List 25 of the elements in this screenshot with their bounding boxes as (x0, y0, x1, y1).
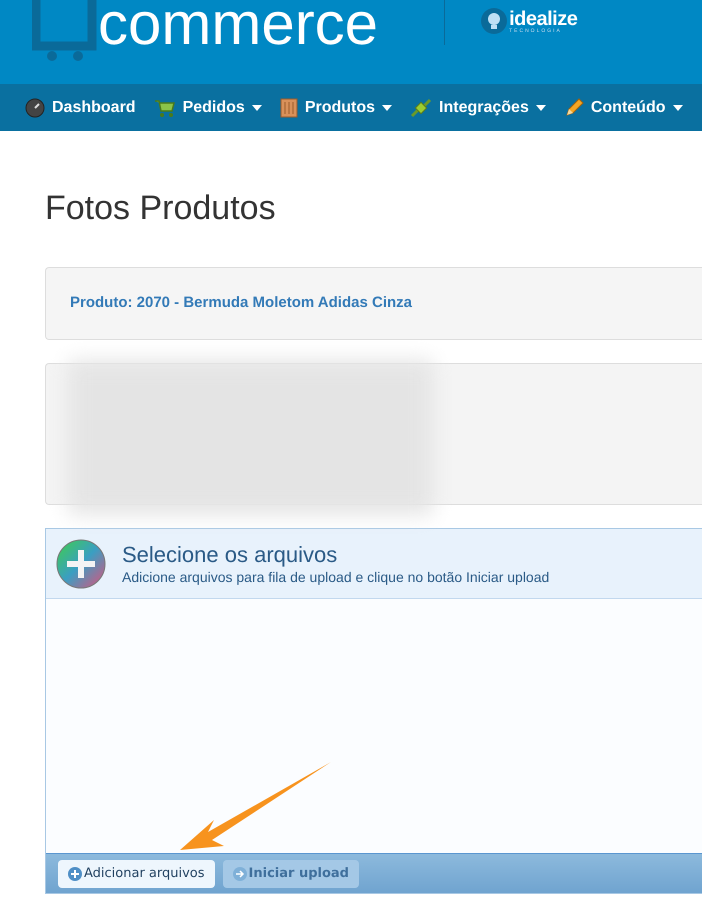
nav-item[interactable]: Dashboard (25, 96, 136, 120)
caret-icon (382, 104, 392, 110)
pencil-icon (564, 98, 584, 118)
product-link[interactable]: Produto: 2070 - Bermuda Moletom Adidas Cinza (70, 292, 412, 315)
caret-icon (536, 104, 546, 110)
nav-item[interactable]: Produtos (280, 96, 392, 120)
cart-icon (154, 98, 176, 118)
add-icon (56, 538, 106, 588)
uploader-subtitle: Adicione arquivos para fila de upload e clique no botão Iniciar upload (122, 568, 550, 586)
gauge-icon (25, 98, 45, 118)
logo-text: commerce (98, 0, 378, 58)
crate-icon (280, 98, 298, 118)
uploader-title: Selecione os arquivos (122, 541, 338, 568)
plus-icon (68, 866, 82, 880)
plug-icon (410, 98, 432, 118)
page-title: Fotos Produtos (45, 191, 277, 225)
nav-item[interactable]: Integrações (410, 96, 546, 120)
nav-item[interactable]: Conteúdo (564, 96, 682, 120)
upload-button[interactable]: Adicionar arquivos (58, 860, 215, 888)
lightbulb-icon (481, 8, 508, 34)
arrow-icon (232, 866, 247, 880)
caret-icon (672, 104, 682, 110)
partner-logo: idealize (509, 8, 578, 28)
nav-item[interactable]: Pedidos (154, 96, 262, 120)
caret-icon (252, 104, 262, 110)
